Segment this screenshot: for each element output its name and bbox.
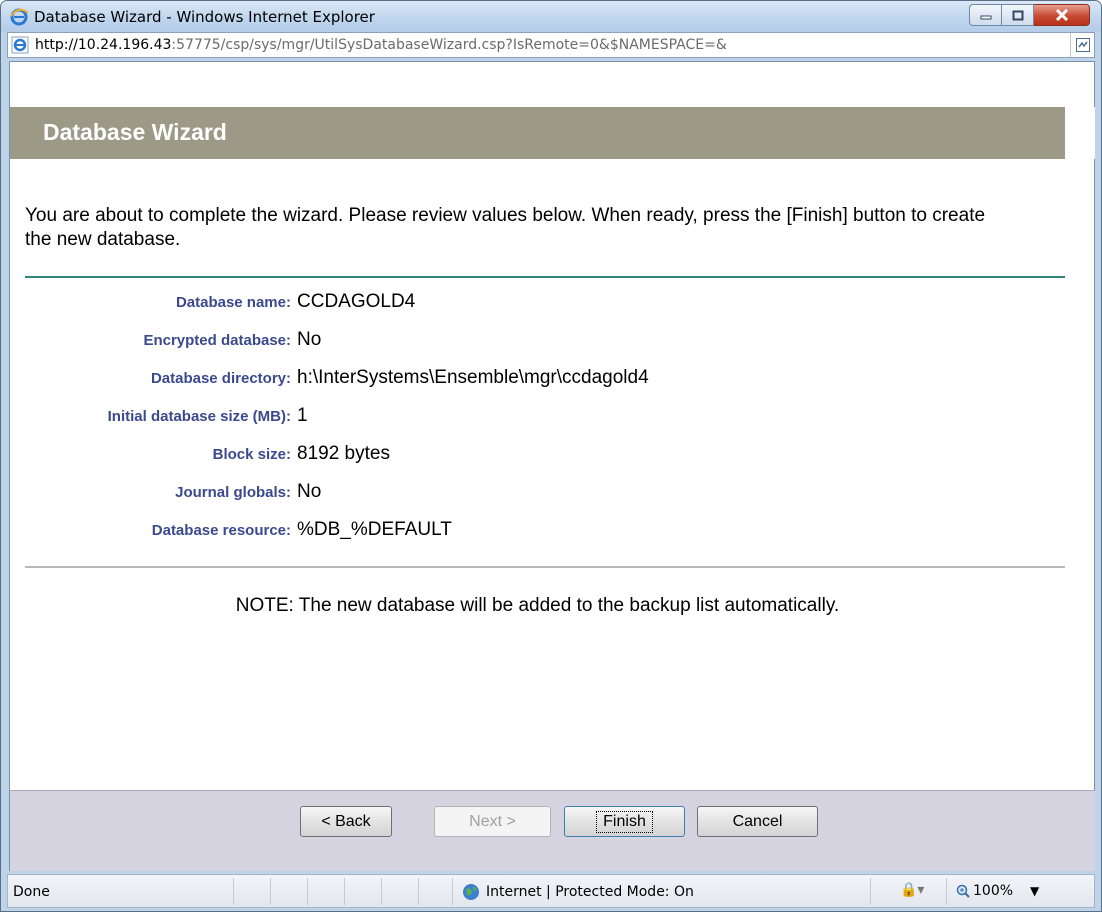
field-label: Encrypted database:	[143, 332, 291, 349]
browser-window: Database Wizard - Windows Internet Explo…	[0, 0, 1102, 912]
page-content: Database Wizard You are about to complet…	[9, 61, 1095, 871]
title-bar[interactable]: Database Wizard - Windows Internet Explo…	[1, 1, 1101, 32]
note-divider	[25, 566, 1065, 568]
status-separator	[381, 878, 382, 905]
status-separator	[344, 878, 345, 905]
status-separator	[946, 878, 947, 905]
ie-logo-icon	[10, 8, 29, 26]
address-bar[interactable]: http://10.24.196.43:57775/csp/sys/mgr/Ut…	[7, 32, 1095, 58]
status-separator	[418, 878, 419, 905]
field-value: No	[297, 481, 322, 502]
close-button[interactable]	[1034, 4, 1090, 26]
url-host: http://10.24.196.43	[35, 37, 172, 53]
minimize-icon	[980, 15, 991, 20]
field-row-database-directory: Database directory: h:\InterSystems\Ense…	[10, 364, 1010, 394]
page-title: Database Wizard	[43, 119, 227, 145]
security-zone-text: Internet | Protected Mode: On	[486, 884, 694, 900]
backup-note: NOTE: The new database will be added to …	[235, 595, 840, 616]
back-button[interactable]: < Back	[300, 806, 392, 837]
url-text[interactable]: http://10.24.196.43:57775/csp/sys/mgr/Ut…	[35, 37, 727, 53]
field-value: %DB_%DEFAULT	[297, 519, 452, 540]
field-row-encrypted-database: Encrypted database: No	[10, 326, 1010, 356]
header-gap	[1065, 107, 1095, 159]
wizard-header: Database Wizard	[10, 107, 1065, 159]
field-label: Initial database size (MB):	[107, 408, 291, 425]
field-label: Block size:	[212, 446, 291, 463]
status-bar: Done Internet | Protected Mode: On 🔒▾ 10…	[7, 874, 1095, 908]
field-row-journal-globals: Journal globals: No	[10, 478, 1010, 508]
field-value: CCDAGOLD4	[297, 291, 416, 312]
field-label: Database resource:	[151, 522, 291, 539]
window-title: Database Wizard - Windows Internet Explo…	[34, 8, 375, 26]
status-separator	[870, 878, 871, 905]
maximize-button[interactable]	[1002, 4, 1034, 26]
field-row-database-resource: Database resource: %DB_%DEFAULT	[10, 516, 1010, 546]
finish-button[interactable]: Finish	[564, 806, 685, 837]
status-separator	[307, 878, 308, 905]
field-value: h:\InterSystems\Ensemble\mgr\ccdagold4	[297, 367, 649, 388]
compatibility-view-icon	[1075, 38, 1090, 52]
ie-page-icon	[11, 36, 29, 54]
cancel-button[interactable]: Cancel	[697, 806, 818, 837]
minimize-button[interactable]	[969, 4, 1002, 26]
status-separator	[452, 878, 453, 905]
next-button: Next >	[434, 806, 551, 837]
wizard-footer: < Back Next > Finish Cancel	[10, 790, 1095, 871]
security-zone[interactable]: Internet | Protected Mode: On	[462, 883, 694, 901]
field-row-initial-size: Initial database size (MB): 1	[10, 402, 1010, 432]
section-divider	[25, 276, 1065, 278]
maximize-icon	[1012, 10, 1023, 20]
globe-icon	[463, 884, 479, 900]
field-label: Database name:	[175, 294, 291, 311]
finish-button-label: Finish	[596, 810, 653, 833]
zoom-control[interactable]: 100% ▼	[956, 883, 1039, 899]
zoom-icon	[956, 884, 970, 898]
intro-text: You are about to complete the wizard. Pl…	[25, 205, 986, 250]
close-icon	[1055, 9, 1068, 21]
field-label: Database directory:	[150, 370, 291, 387]
status-text: Done	[13, 884, 50, 900]
url-path: :57775/csp/sys/mgr/UtilSysDatabaseWizard…	[171, 37, 727, 53]
field-label: Journal globals:	[175, 484, 291, 501]
field-value: 1	[297, 405, 308, 426]
status-separator	[270, 878, 271, 905]
field-row-database-name: Database name: CCDAGOLD4	[10, 288, 1010, 318]
field-value: 8192 bytes	[297, 443, 390, 464]
status-separator	[233, 878, 234, 905]
privacy-lock-icon[interactable]: 🔒▾	[900, 882, 924, 898]
field-value: No	[297, 329, 322, 350]
zoom-level: 100%	[973, 883, 1014, 899]
compatibility-view-button[interactable]	[1070, 33, 1094, 57]
chevron-down-icon: ▼	[1030, 884, 1040, 898]
field-row-block-size: Block size: 8192 bytes	[10, 440, 1010, 470]
